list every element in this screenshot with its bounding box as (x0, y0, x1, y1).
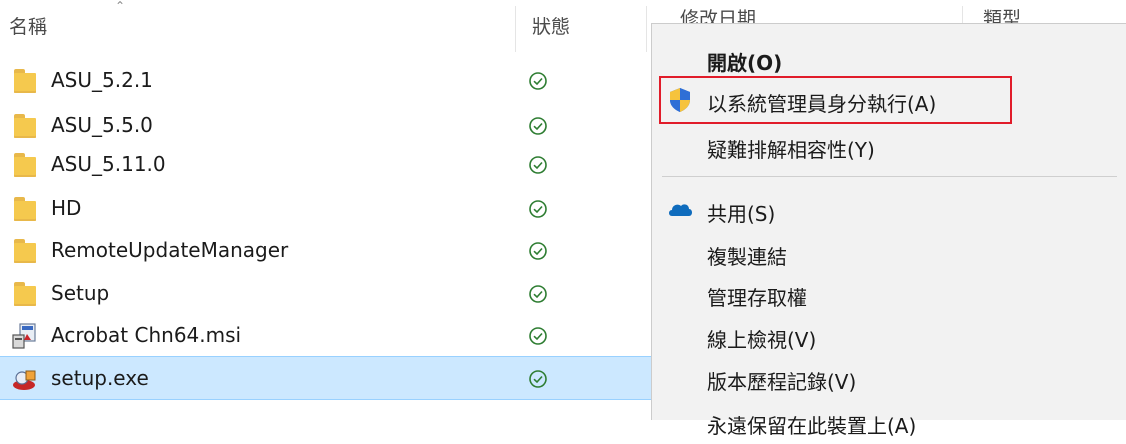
menu-item-version-history[interactable]: 版本歷程記錄(V) (652, 356, 1126, 400)
menu-item-label: 疑難排解相容性(Y) (707, 138, 875, 162)
file-name: ASU_5.11.0 (51, 152, 166, 176)
column-divider[interactable] (646, 6, 647, 52)
file-name: HD (51, 196, 82, 220)
column-divider[interactable] (515, 6, 516, 52)
sync-status-check-icon (529, 370, 547, 388)
folder-icon (11, 151, 39, 179)
folder-icon (11, 112, 39, 140)
menu-item-share[interactable]: 共用(S) (652, 188, 1126, 232)
sync-status-check-icon (529, 200, 547, 218)
sort-caret-icon: ⌃ (115, 0, 126, 13)
menu-item-label: 開啟(O) (707, 51, 783, 75)
onedrive-cloud-icon (669, 204, 692, 216)
menu-item-open[interactable]: 開啟(O) (652, 37, 1126, 81)
file-row[interactable]: Setup (0, 272, 651, 316)
menu-item-view-online[interactable]: 線上檢視(V) (652, 314, 1126, 358)
sync-status-check-icon (529, 72, 547, 90)
menu-item-copy-link[interactable]: 複製連結 (652, 231, 1126, 275)
menu-item-troubleshoot-compat[interactable]: 疑難排解相容性(Y) (652, 124, 1126, 168)
folder-icon (11, 237, 39, 265)
column-header-name[interactable]: 名稱 (9, 12, 47, 39)
file-name: ASU_5.5.0 (51, 113, 153, 137)
folder-icon (11, 280, 39, 308)
menu-item-label: 複製連結 (707, 245, 787, 269)
menu-separator (662, 176, 1117, 177)
sync-status-check-icon (529, 242, 547, 260)
menu-item-label: 永遠保留在此裝置上(A) (707, 414, 917, 438)
file-row[interactable]: ASU_5.5.0 (0, 104, 651, 148)
file-row-selected[interactable]: setup.exe (0, 356, 651, 400)
menu-item-label: 共用(S) (707, 202, 776, 226)
setup-exe-icon (13, 370, 36, 390)
sync-status-check-icon (529, 285, 547, 303)
menu-item-manage-access[interactable]: 管理存取權 (652, 272, 1126, 316)
file-row[interactable]: HD (0, 187, 651, 231)
file-row[interactable]: ASU_5.2.1 (0, 59, 651, 103)
file-row[interactable]: Acrobat Chn64.msi (0, 314, 651, 358)
file-name: RemoteUpdateManager (51, 238, 289, 262)
context-menu: 開啟(O) 以系統管理員身分執行(A) 疑難排解相容性(Y) 共用(S) 複製連… (651, 23, 1126, 438)
folder-icon (11, 67, 39, 95)
menu-item-label: 版本歷程記錄(V) (707, 370, 857, 394)
menu-item-always-keep[interactable]: 永遠保留在此裝置上(A) (652, 400, 1126, 444)
file-name: Setup (51, 281, 110, 305)
sync-status-check-icon (529, 156, 547, 174)
menu-item-label: 線上檢視(V) (707, 328, 817, 352)
file-name: ASU_5.2.1 (51, 68, 153, 92)
file-name: Acrobat Chn64.msi (51, 323, 242, 347)
column-header-status[interactable]: 狀態 (532, 12, 570, 39)
file-row[interactable]: ASU_5.11.0 (0, 143, 651, 187)
sync-status-check-icon (529, 327, 547, 345)
menu-item-label: 管理存取權 (707, 286, 807, 310)
highlight-annotation (659, 76, 1012, 124)
msi-installer-icon (12, 323, 36, 349)
sync-status-check-icon (529, 117, 547, 135)
file-row[interactable]: RemoteUpdateManager (0, 229, 651, 273)
file-name: setup.exe (51, 366, 149, 390)
folder-icon (11, 195, 39, 223)
